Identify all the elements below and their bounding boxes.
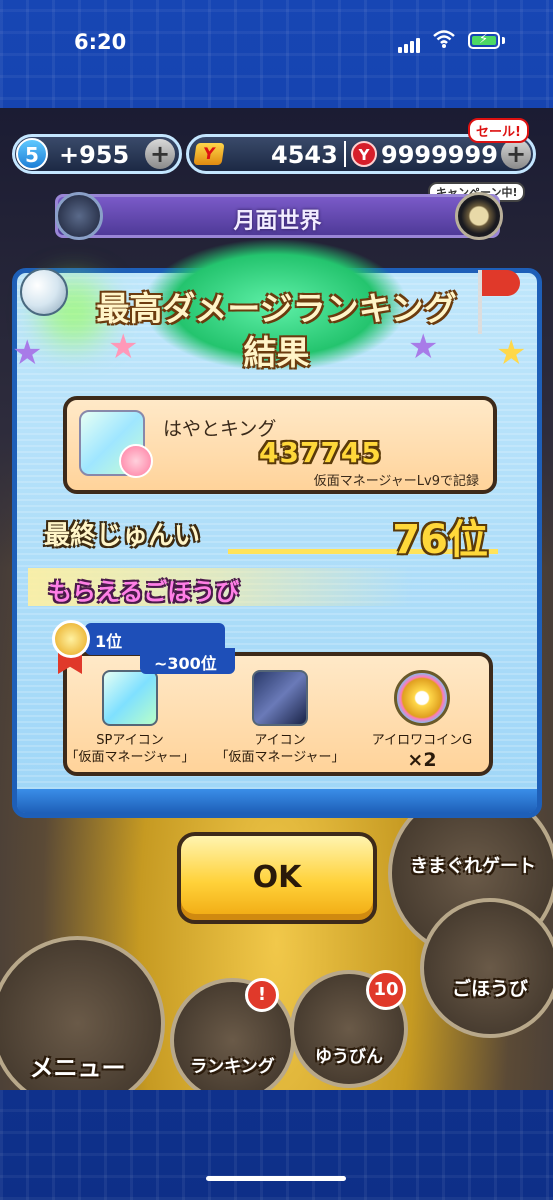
reward-item-name: アイコン [254,733,306,748]
ok-button-label: OK [252,860,302,895]
reward-item: アイロワコインG ×2 [357,670,487,771]
rewards-box: SPアイコン 「仮面マネージャー」 アイコン 「仮面マネージャー」 アイロワコイ… [63,652,493,776]
signal-icon [398,34,422,53]
mail-notification-badge: 10 [366,970,406,1010]
battery-tip [502,37,505,44]
rewards-menu-button[interactable]: ごほうび [420,898,553,1038]
sp-icon-portrait [102,670,158,726]
ticket-icon: Y [193,143,225,165]
ranking-notification-badge: ! [245,978,279,1012]
final-rank-row: 最終じゅんい 76位 [28,505,508,563]
reward-item-quantity: ×2 [407,749,437,771]
tier-bottom-banner: ~300位 [140,648,235,674]
main-menu-label: メニュー [29,1054,126,1082]
stamina-value: +955 [59,141,130,169]
gold-medal-icon [52,620,90,658]
final-rank-value: 76位 [392,517,488,563]
battery-icon: ⚡ [468,32,500,49]
mail-label: ゆうびん [315,1047,383,1067]
divider [344,141,346,167]
world-banner: 月面世界 [55,194,500,238]
final-rank-label: 最終じゅんい [44,521,201,551]
reward-item-name: SPアイコン [96,733,164,748]
bottom-frame [0,1090,553,1200]
tier-top-label: 1位 [95,632,123,651]
ranking-label: ランキング [190,1057,275,1077]
main-menu-button[interactable]: メニュー [0,936,165,1090]
reward-item-name: アイロワコインG [371,733,473,748]
coin-value: 9999999 [381,141,498,169]
wifi-icon [433,30,455,48]
rewards-menu-label: ごほうび [451,978,528,1000]
dialog-bottom-strip [17,789,537,813]
coin-icon: Y [351,141,377,167]
dialog-title-line1: 最高ダメージランキング [96,289,457,328]
status-time: 6:20 [74,30,127,54]
star-icon: ★ [496,333,527,373]
rewards-header-label: もらえるごほうび [48,578,240,606]
ok-button[interactable]: OK [177,832,377,924]
world-left-icon[interactable] [55,192,103,240]
player-sub-avatar [119,444,153,478]
reward-item-subname: 「仮面マネージャー」 [215,750,345,765]
world-name: 月面世界 [233,209,322,234]
icon-portrait [252,670,308,726]
currency-bar: +955 + 5 Y 4543 Y 9999999 + セール! キャンペーン中… [8,118,541,202]
reward-item: アイコン 「仮面マネージャー」 [215,670,345,766]
world-right-icon[interactable] [455,192,503,240]
star-icon: ★ [12,333,43,373]
dialog-title-line2: 結果 [243,333,310,372]
reward-item: SPアイコン 「仮面マネージャー」 [65,670,195,766]
record-note: 仮面マネージャーLv9で記録 [313,474,479,489]
tier-bottom-label: ~300位 [154,654,217,673]
kimagure-gate-label: きまぐれゲート [410,856,536,877]
rewards-header: もらえるごほうび [28,568,508,606]
reward-item-subname: 「仮面マネージャー」 [65,750,195,765]
ticket-value: 4543 [271,141,338,169]
player-score: 437745 [259,436,382,469]
status-bar: 6:20 ⚡ [0,0,553,80]
level-badge: 5 [16,138,48,170]
add-stamina-button[interactable]: + [145,139,175,169]
record-card: はやとキング 437745 仮面マネージャーLv9で記録 [63,396,497,494]
sale-badge[interactable]: セール! [468,118,529,143]
add-coin-button[interactable]: + [501,139,531,169]
home-indicator[interactable] [206,1176,346,1181]
coin-g-icon [394,670,450,726]
